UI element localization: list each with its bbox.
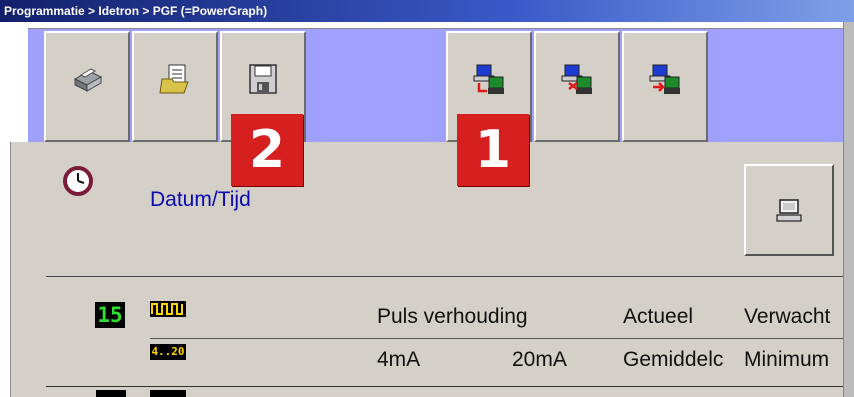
settings-panel: [10, 142, 854, 397]
open-folder-icon: [159, 64, 189, 94]
bottom-separator: [46, 386, 854, 387]
toolbar: [28, 28, 854, 143]
separator-line: [46, 276, 854, 277]
receive-from-device-button[interactable]: [534, 31, 620, 142]
average-label: Gemiddelc: [623, 348, 724, 371]
minimum-label: Minimum: [744, 348, 830, 371]
max-current-label: 20mA: [512, 348, 567, 371]
pulse-signal-icon: [150, 301, 186, 317]
window-title: Programmatie > Idetron > PGF (=PowerGrap…: [0, 0, 854, 22]
range-4-20-icon: 4..20: [150, 344, 186, 360]
compare-device-button[interactable]: [622, 31, 708, 142]
open-button[interactable]: [132, 31, 218, 142]
next-row-lcd: [96, 390, 126, 397]
set-pc-time-button[interactable]: [744, 164, 834, 256]
next-row-icon: [150, 390, 186, 397]
clock-icon: [63, 166, 93, 196]
save-disk-icon: [249, 64, 277, 94]
printer-icon: [73, 68, 103, 92]
datetime-label: Datum/Tijd: [150, 188, 251, 211]
expected-label: Verwacht: [744, 305, 831, 328]
compare-device-icon: [649, 64, 680, 94]
callout-badge-1: 1: [457, 114, 529, 186]
row-separator: [150, 338, 854, 339]
window-right-edge: [843, 22, 854, 397]
actual-label: Actueel: [623, 305, 694, 328]
pulse-ratio-label: Puls verhouding: [377, 305, 528, 328]
computer-icon: [776, 199, 802, 222]
transfer-to-device-icon: [473, 64, 504, 94]
transfer-from-device-icon: [561, 64, 592, 94]
callout-badge-2: 2: [231, 114, 303, 186]
print-button[interactable]: [44, 31, 130, 142]
channel-number-lcd: 15: [95, 302, 125, 328]
min-current-label: 4mA: [377, 348, 421, 371]
